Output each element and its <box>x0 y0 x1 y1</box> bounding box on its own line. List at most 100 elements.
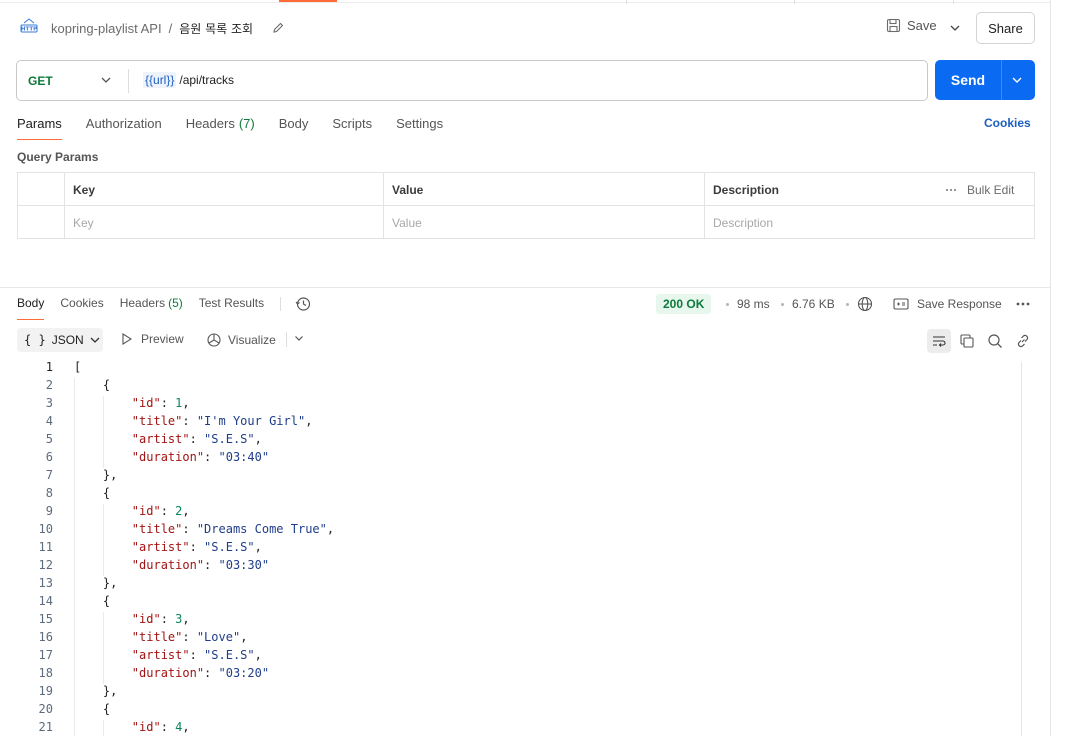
format-dropdown[interactable]: { } JSON <box>17 328 103 352</box>
tab-label: Cookies <box>60 296 104 310</box>
line-number: 14 <box>38 594 53 608</box>
tab-authorization[interactable]: Authorization <box>86 116 162 140</box>
value-input[interactable]: Value <box>383 206 422 239</box>
separator-dot <box>781 303 784 306</box>
chevron-down-icon[interactable] <box>1011 74 1023 86</box>
code-line: 7 }, <box>0 468 1020 486</box>
code-line: 13 }, <box>0 576 1020 594</box>
tab-label: Params <box>17 116 62 131</box>
url-variable[interactable]: {{url}} <box>143 72 177 88</box>
more-icon[interactable] <box>1015 296 1031 312</box>
code-line: 6 "duration": "03:40" <box>0 450 1020 468</box>
code-line: 14 { <box>0 594 1020 612</box>
tab-headers[interactable]: Headers (7) <box>186 116 255 140</box>
code-text: "id": 1, <box>131 396 190 410</box>
wrap-lines-button[interactable] <box>927 329 951 353</box>
send-button[interactable]: Send <box>935 60 1035 100</box>
url-bar: GET {{url}} /api/tracks <box>16 60 928 101</box>
search-button[interactable] <box>983 329 1007 353</box>
send-divider <box>1001 60 1002 100</box>
preview-button[interactable]: Preview <box>121 332 184 346</box>
code-text: { <box>74 594 111 608</box>
search-icon <box>988 334 1002 348</box>
response-time[interactable]: 98 ms <box>737 297 770 311</box>
breadcrumb-request[interactable]: 음원 목록 조회 <box>179 20 253 37</box>
tab-label: Scripts <box>332 116 373 131</box>
code-text: "id": 4, <box>131 720 190 734</box>
url-input[interactable]: {{url}} /api/tracks <box>143 72 234 88</box>
line-number: 21 <box>38 720 53 734</box>
code-text: "title": "I'm Your Girl", <box>131 414 313 428</box>
breadcrumb-collection[interactable]: kopring-playlist API <box>51 21 162 36</box>
edit-icon[interactable] <box>271 21 285 35</box>
code-text: "title": "Love", <box>131 630 248 644</box>
preview-label: Preview <box>141 332 184 346</box>
response-size[interactable]: 6.76 KB <box>792 297 835 311</box>
chevron-down-icon[interactable] <box>100 74 112 86</box>
save-button[interactable]: Save <box>886 18 937 33</box>
status-badge[interactable]: 200 OK <box>656 294 712 314</box>
response-tab-body[interactable]: Body <box>17 296 45 320</box>
wrap-icon <box>933 336 946 347</box>
indent-guide <box>103 504 104 576</box>
line-number: 13 <box>38 576 53 590</box>
code-line: 16 "title": "Love", <box>0 630 1020 648</box>
visualize-icon <box>207 333 221 347</box>
svg-text:HTTP: HTTP <box>21 27 37 33</box>
line-number: 6 <box>45 450 53 464</box>
tab-label: Authorization <box>85 116 162 131</box>
line-number: 10 <box>38 522 53 536</box>
line-number: 9 <box>45 504 53 518</box>
line-number: 8 <box>45 486 53 500</box>
more-icon <box>945 188 957 191</box>
line-number: 15 <box>38 612 53 626</box>
bulk-edit-button[interactable]: Bulk Edit <box>945 173 1014 206</box>
send-label: Send <box>950 72 986 88</box>
tab-params[interactable]: Params <box>17 116 62 140</box>
response-tabs: Body Cookies Headers (5) Test Results <box>17 296 311 320</box>
request-tabs: Params Authorization Headers (7) Body Scr… <box>17 116 467 140</box>
panel-border <box>1050 0 1051 736</box>
column-header-key: Key <box>73 182 96 197</box>
response-tab-test-results[interactable]: Test Results <box>199 296 264 320</box>
tab-body[interactable]: Body <box>279 116 309 140</box>
history-icon[interactable] <box>295 296 311 312</box>
cookies-link[interactable]: Cookies <box>984 116 1031 130</box>
tab-settings[interactable]: Settings <box>396 116 443 140</box>
line-number: 4 <box>45 414 53 428</box>
chevron-down-icon[interactable] <box>294 333 304 343</box>
column-header-value: Value <box>392 182 424 197</box>
save-response-button[interactable]: Save Response <box>893 297 1002 311</box>
tab-label: Settings <box>396 116 444 131</box>
code-line: 10 "title": "Dreams Come True", <box>0 522 1020 540</box>
copy-link-button[interactable] <box>1011 329 1035 353</box>
code-line: 17 "artist": "S.E.S", <box>0 648 1020 666</box>
response-tab-headers[interactable]: Headers (5) <box>120 296 183 320</box>
key-input[interactable]: Key <box>64 206 94 239</box>
visualize-button[interactable]: Visualize <box>206 332 276 348</box>
response-divider[interactable] <box>0 287 1050 288</box>
tab-scripts[interactable]: Scripts <box>332 116 372 140</box>
copy-button[interactable] <box>955 329 979 353</box>
tab-divider <box>280 297 282 311</box>
share-button[interactable]: Share <box>976 12 1035 44</box>
table-header-row: Key Value Description Bulk Edit <box>18 173 1034 206</box>
tab-separator <box>794 0 795 4</box>
response-body-viewer[interactable]: 1[2 {3 "id": 1, 4 "title": "I'm Your Girl… <box>0 360 1020 736</box>
json-icon: { } <box>24 333 46 347</box>
line-number: 18 <box>38 666 53 680</box>
code-text: { <box>74 486 111 500</box>
description-input[interactable]: Description <box>704 206 773 239</box>
code-line: 4 "title": "I'm Your Girl", <box>0 414 1020 432</box>
save-options-button[interactable] <box>942 12 968 44</box>
save-icon <box>886 18 901 33</box>
scrollbar[interactable] <box>1021 362 1035 736</box>
chevron-down-icon <box>90 337 100 343</box>
line-number: 1 <box>45 360 53 374</box>
response-tab-cookies[interactable]: Cookies <box>60 296 103 320</box>
method-select[interactable]: GET <box>28 74 53 88</box>
globe-icon[interactable] <box>857 296 873 312</box>
url-path: /api/tracks <box>179 73 235 87</box>
line-number: 7 <box>45 468 53 482</box>
indent-guide <box>103 720 104 736</box>
